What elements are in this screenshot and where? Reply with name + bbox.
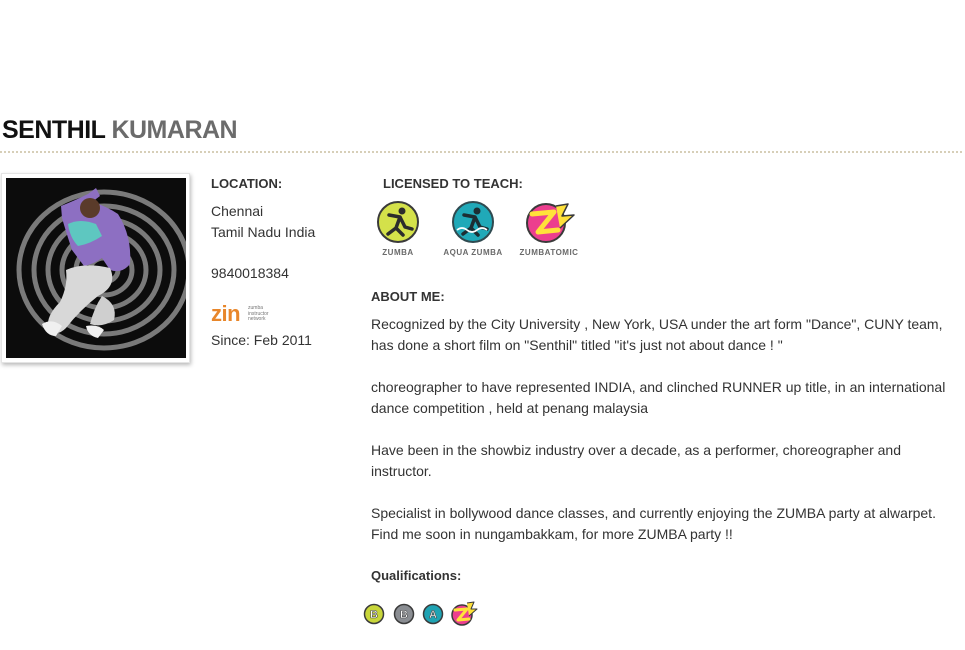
phone-number: 9840018384	[211, 265, 289, 281]
zin-since: Since: Feb 2011	[211, 332, 312, 348]
licensed-heading: LICENSED TO TEACH:	[383, 176, 523, 191]
location-city: Chennai	[211, 203, 264, 219]
about-paragraph: Have been in the showbiz industry over a…	[371, 442, 901, 479]
zin-logo: zin zumba instructor network	[211, 303, 281, 329]
zin-logo-text: zin	[211, 301, 241, 326]
basic-2-badge-icon[interactable]: B	[393, 603, 415, 625]
badge-letter: A	[429, 609, 437, 621]
license-aqua-zumba-label: AQUA ZUMBA	[443, 248, 503, 257]
zumbatomic-badge-icon[interactable]	[450, 601, 478, 627]
zumba-logo-icon	[377, 201, 419, 243]
license-aqua-zumba: AQUA ZUMBA	[438, 200, 508, 257]
about-paragraph: Recognized by the City University , New …	[371, 316, 943, 353]
location-region: Tamil Nadu India	[211, 224, 316, 240]
dancer-photo-image	[6, 178, 186, 358]
zumbatomic-logo-icon	[526, 203, 575, 243]
license-zumba-label: ZUMBA	[382, 248, 414, 257]
zin-logo-subtext: zumba instructor network	[248, 305, 269, 322]
aqua-zumba-logo-icon	[452, 201, 494, 243]
about-paragraph: choreographer to have represented INDIA,…	[371, 379, 946, 416]
license-zumbatomic: ZUMBATOMIC	[514, 200, 584, 257]
about-paragraph: Specialist in bollywood dance classes, a…	[371, 505, 936, 542]
badge-letter: B	[400, 609, 408, 621]
header-divider	[0, 151, 962, 153]
about-heading: ABOUT ME:	[371, 289, 445, 304]
qualifications-heading: Qualifications:	[371, 568, 462, 583]
profile-photo	[1, 173, 190, 363]
instructor-name: SENTHIL KUMARAN	[2, 116, 238, 145]
license-zumbatomic-label: ZUMBATOMIC	[519, 248, 579, 257]
basic-1-badge-icon[interactable]: B	[363, 603, 385, 625]
last-name: KUMARAN	[111, 116, 238, 144]
about-text: Recognized by the City University , New …	[371, 314, 961, 566]
badge-letter: B	[370, 609, 378, 621]
first-name: SENTHIL	[2, 116, 106, 144]
location-heading: LOCATION:	[211, 176, 283, 191]
aqua-badge-icon[interactable]: A	[422, 603, 444, 625]
license-zumba: ZUMBA	[371, 200, 425, 257]
